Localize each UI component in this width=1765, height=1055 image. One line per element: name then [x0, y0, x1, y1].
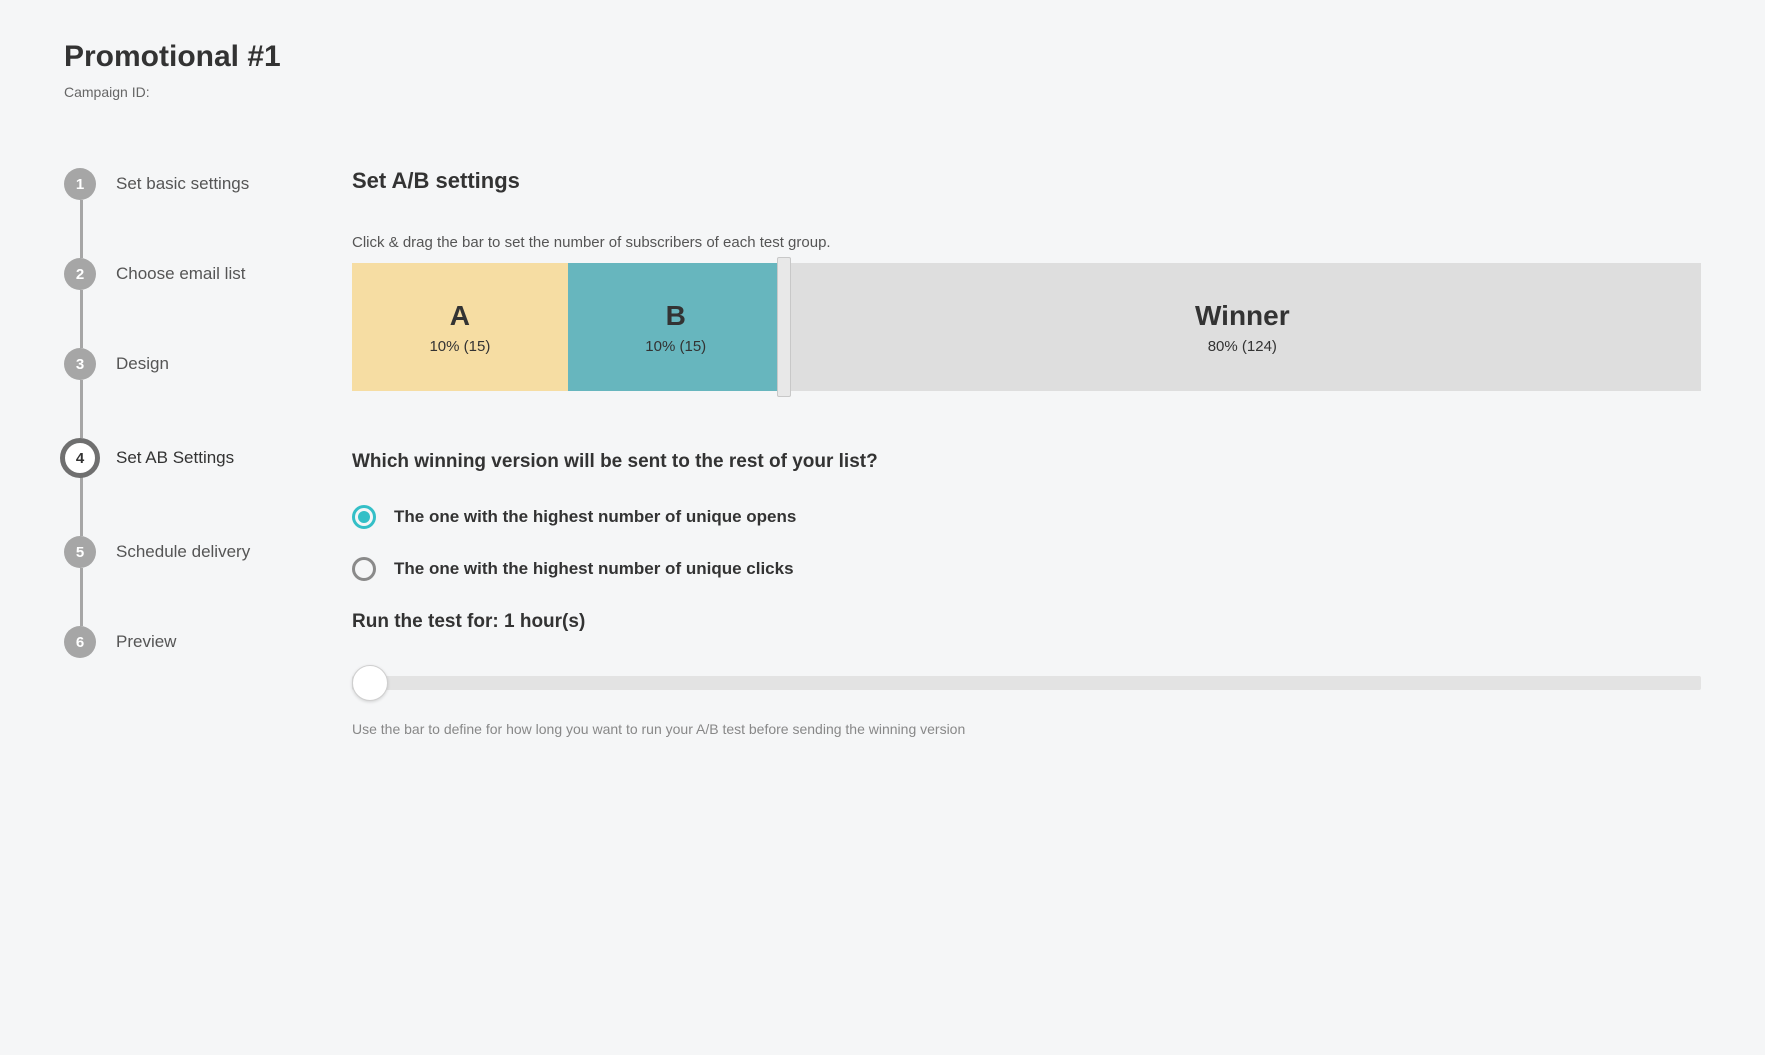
duration-prefix: Run the test for: — [352, 611, 504, 632]
step-label: Schedule delivery — [116, 542, 250, 562]
segment-winner-title: Winner — [1195, 300, 1290, 332]
section-title: Set A/B settings — [352, 168, 1701, 194]
radio-icon — [352, 557, 376, 581]
step-connector — [80, 380, 83, 438]
duration-helper: Use the bar to define for how long you w… — [352, 721, 1701, 737]
step-choose-email-list[interactable]: 2 Choose email list — [64, 258, 304, 348]
radio-option-clicks[interactable]: The one with the highest number of uniqu… — [352, 557, 1701, 581]
step-connector — [80, 470, 83, 536]
campaign-id-label: Campaign ID: — [64, 84, 1701, 100]
ab-settings-panel: Set A/B settings Click & drag the bar to… — [352, 148, 1701, 737]
page-header: Promotional #1 Campaign ID: — [64, 40, 1701, 100]
segment-b: B 10% (15) — [568, 263, 784, 391]
step-number: 6 — [64, 626, 96, 658]
radio-icon — [352, 505, 376, 529]
page-title: Promotional #1 — [64, 40, 1701, 74]
segment-a: A 10% (15) — [352, 263, 568, 391]
step-label: Design — [116, 354, 169, 374]
step-ab-settings[interactable]: 4 Set AB Settings — [64, 438, 304, 536]
step-connector — [80, 200, 83, 258]
radio-label: The one with the highest number of uniqu… — [394, 559, 794, 579]
step-number: 5 — [64, 536, 96, 568]
split-drag-handle[interactable] — [777, 257, 791, 397]
segment-winner-sub: 80% (124) — [1208, 338, 1277, 355]
step-basic-settings[interactable]: 1 Set basic settings — [64, 168, 304, 258]
ab-split-bar[interactable]: A 10% (15) B 10% (15) Winner 80% (124) — [352, 263, 1701, 391]
slider-thumb[interactable] — [352, 665, 388, 701]
step-schedule-delivery[interactable]: 5 Schedule delivery — [64, 536, 304, 626]
step-label: Choose email list — [116, 264, 245, 284]
segment-winner: Winner 80% (124) — [784, 263, 1701, 391]
segment-a-sub: 10% (15) — [429, 338, 490, 355]
radio-option-opens[interactable]: The one with the highest number of uniqu… — [352, 505, 1701, 529]
step-connector — [80, 568, 83, 626]
duration-value: 1 hour(s) — [504, 611, 585, 632]
step-preview[interactable]: 6 Preview — [64, 626, 304, 658]
step-design[interactable]: 3 Design — [64, 348, 304, 438]
winner-criteria-question: Which winning version will be sent to th… — [352, 451, 1701, 473]
wizard-stepper: 1 Set basic settings 2 Choose email list… — [64, 148, 304, 737]
segment-a-title: A — [450, 300, 470, 332]
step-label: Set AB Settings — [116, 448, 234, 468]
radio-label: The one with the highest number of uniqu… — [394, 507, 796, 527]
slider-track — [352, 676, 1701, 690]
split-instruction: Click & drag the bar to set the number o… — [352, 234, 1701, 251]
step-number: 3 — [64, 348, 96, 380]
step-number: 2 — [64, 258, 96, 290]
step-number: 4 — [60, 438, 100, 478]
duration-slider[interactable] — [352, 663, 1701, 703]
step-label: Preview — [116, 632, 176, 652]
step-connector — [80, 290, 83, 348]
segment-b-title: B — [666, 300, 686, 332]
duration-label: Run the test for: 1 hour(s) — [352, 611, 1701, 633]
step-number: 1 — [64, 168, 96, 200]
segment-b-sub: 10% (15) — [645, 338, 706, 355]
step-label: Set basic settings — [116, 174, 249, 194]
